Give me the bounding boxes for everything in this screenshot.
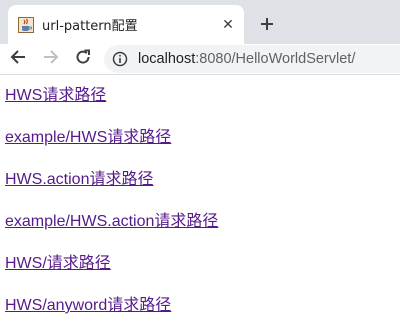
page-content: HWS请求路径 example/HWS请求路径 HWS.action请求路径 e… <box>0 75 400 316</box>
browser-toolbar: localhost:8080/HelloWorldServlet/ <box>0 44 400 75</box>
url-host: localhost <box>138 51 196 67</box>
info-icon[interactable] <box>112 51 128 67</box>
link-hws[interactable]: HWS请求路径 <box>5 86 106 106</box>
close-tab-icon[interactable]: ✕ <box>218 15 238 35</box>
link-hws-action[interactable]: HWS.action请求路径 <box>5 170 153 190</box>
tab-strip: url-pattern配置 ✕ <box>0 0 400 44</box>
url-path: :8080/HelloWorldServlet/ <box>195 51 356 67</box>
link-example-hws-action[interactable]: example/HWS.action请求路径 <box>5 212 218 232</box>
link-hws-anyword[interactable]: HWS/anyword请求路径 <box>5 296 171 316</box>
link-example-hws[interactable]: example/HWS请求路径 <box>5 128 171 148</box>
plus-icon[interactable] <box>254 11 280 37</box>
url-text[interactable]: localhost:8080/HelloWorldServlet/ <box>138 51 355 67</box>
arrow-right-icon <box>43 49 59 69</box>
reload-button[interactable] <box>70 46 96 72</box>
tab-title: url-pattern配置 <box>42 19 138 34</box>
reload-icon <box>75 49 91 69</box>
address-bar[interactable]: localhost:8080/HelloWorldServlet/ <box>104 45 400 73</box>
back-button[interactable] <box>5 46 31 72</box>
forward-button[interactable] <box>38 46 64 72</box>
link-hws-slash[interactable]: HWS/请求路径 <box>5 254 111 274</box>
java-coffee-icon <box>18 16 34 33</box>
browser-tab[interactable]: url-pattern配置 ✕ <box>8 5 244 44</box>
arrow-left-icon <box>10 49 26 69</box>
